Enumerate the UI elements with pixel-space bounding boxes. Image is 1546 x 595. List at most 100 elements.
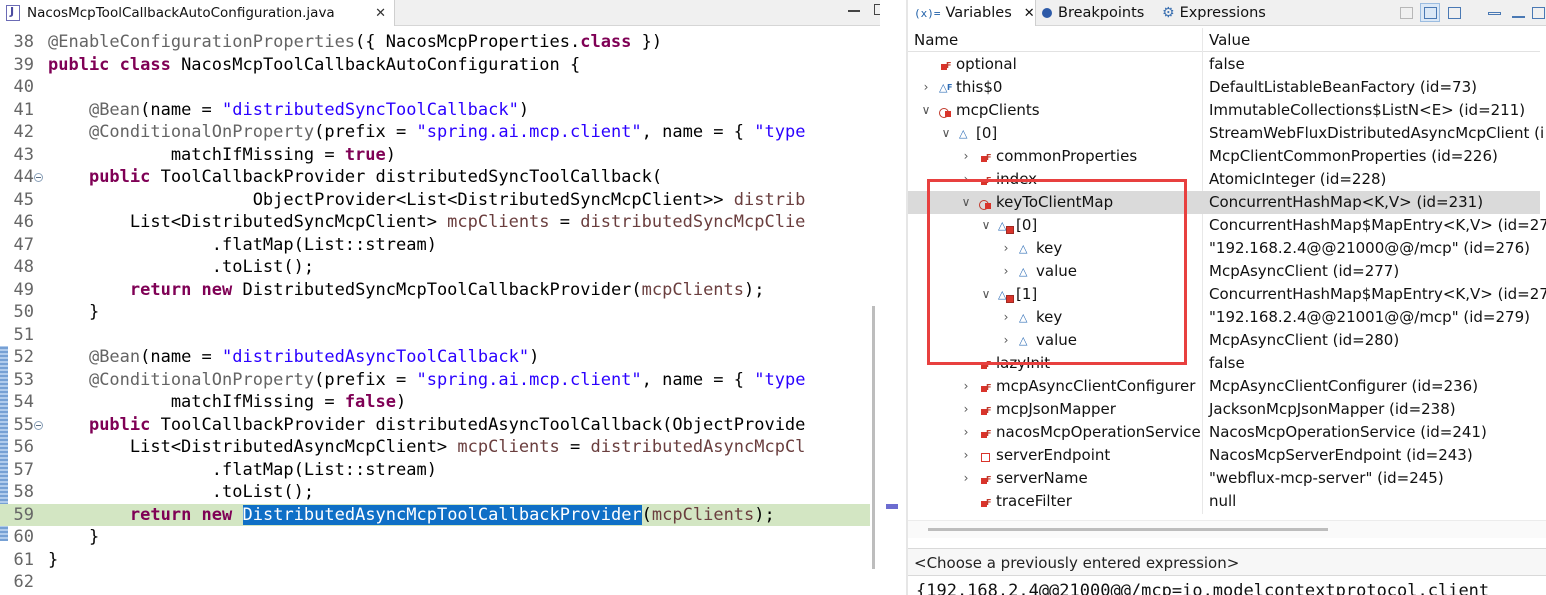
variable-row[interactable]: › nacosMcpOperationService NacosMcpOperati… <box>908 421 1540 445</box>
variable-row[interactable]: › value McpAsyncClient (id=280) <box>908 329 1540 352</box>
variable-name: mcpClients <box>956 101 1040 119</box>
expand-chevron-icon[interactable]: › <box>960 444 972 467</box>
code-line[interactable]: 60 } <box>0 526 870 549</box>
variable-row[interactable]: › value McpAsyncClient (id=277) <box>908 260 1540 283</box>
code-line[interactable]: 54 matchIfMissing = false) <box>0 391 870 414</box>
minimize-icon[interactable] <box>848 10 860 12</box>
expand-chevron-icon[interactable]: › <box>920 76 932 99</box>
code-line[interactable]: 46 List<DistributedSyncMcpClient> mcpCli… <box>0 211 870 234</box>
collapse-chevron-icon[interactable]: ∨ <box>920 99 932 122</box>
show-type-names-icon[interactable] <box>1396 3 1416 22</box>
view-menu-icon[interactable] <box>1484 3 1504 22</box>
expand-chevron-icon[interactable]: › <box>960 467 972 490</box>
code-line[interactable]: 58 .toList(); <box>0 481 870 504</box>
code-area[interactable]: 38 @EnableConfigurationProperties({ Nacos… <box>0 31 870 594</box>
code-line[interactable]: 47 .flatMap(List::stream) <box>0 234 870 257</box>
variable-detail-pane[interactable]: {192.168.2.4@@21000@@/mcp=io.modelcontex… <box>908 577 1546 595</box>
expand-chevron-icon[interactable]: › <box>1000 260 1012 283</box>
code-line[interactable]: 62 <box>0 571 870 594</box>
column-header-name[interactable]: Name <box>914 31 958 49</box>
column-header-value[interactable]: Value <box>1209 31 1250 49</box>
current-line[interactable]: 59 return new DistributedAsyncMcpToolCal… <box>0 503 870 526</box>
variable-row[interactable]: › mcpAsyncClientConfigurer McpAsyncClientC… <box>908 375 1540 399</box>
line-number: 43 <box>13 144 34 165</box>
code-line[interactable]: 50 } <box>0 301 870 324</box>
code-line[interactable]: 38 @EnableConfigurationProperties({ Nacos… <box>0 31 870 54</box>
code-token: = <box>549 212 581 232</box>
fold-toggle-icon[interactable] <box>34 420 43 430</box>
code-line[interactable]: 52 @Bean(name = "distributedAsyncToolCal… <box>0 346 870 369</box>
expand-chevron-icon[interactable]: › <box>1000 237 1012 260</box>
variable-row[interactable]: ∨ keyToClientMap ConcurrentHashMap<K,V> (i… <box>908 191 1540 214</box>
collapse-all-icon[interactable] <box>1444 3 1464 22</box>
code-line[interactable]: 61} <box>0 549 870 572</box>
variable-row[interactable]: ∨ [0] StreamWebFluxDistributedAsyncMcpClie… <box>908 122 1545 145</box>
code-line[interactable]: 42 @ConditionalOnProperty(prefix = "spri… <box>0 121 870 144</box>
overview-ruler-marker[interactable] <box>886 504 898 509</box>
expand-chevron-icon[interactable]: › <box>960 375 972 398</box>
variable-row[interactable]: › serverName "webflux-mcp-server" (id=245) <box>908 467 1540 491</box>
line-number: 52 <box>13 347 34 367</box>
expand-chevron-icon[interactable]: › <box>960 168 972 191</box>
variable-row[interactable]: ∨ [0] ConcurrentHashMap$MapEntry<K,V> (id=… <box>908 214 1546 237</box>
variable-row[interactable]: optional false <box>908 53 1540 77</box>
close-tab-icon[interactable]: ✕ <box>1024 6 1035 21</box>
fold-toggle-icon[interactable] <box>34 173 43 182</box>
variable-row[interactable]: › mcpJsonMapper JacksonMcpJsonMapper (id=2… <box>908 398 1540 422</box>
minimize-icon[interactable] <box>1508 3 1528 22</box>
editor-vertical-scrollbar[interactable] <box>872 306 875 569</box>
variable-row[interactable]: › this$0 DefaultListableBeanFactory (id=73… <box>908 76 1540 99</box>
variable-row[interactable]: › key "192.168.2.4@@21001@@/mcp" (id=279) <box>908 306 1540 329</box>
tab-expressions[interactable]: ⚙ Expressions <box>1162 0 1266 26</box>
collapse-chevron-icon[interactable]: ∨ <box>940 122 952 145</box>
variable-row[interactable]: › index AtomicInteger (id=228) <box>908 168 1540 192</box>
editor-tab[interactable]: NacosMcpToolCallbackAutoConfiguration.ja… <box>0 0 395 26</box>
entry-variable-icon <box>998 283 1014 306</box>
variables-tree[interactable]: optional false › this$0 DefaultListableBeanF… <box>908 53 1546 514</box>
maximize-icon[interactable] <box>1528 3 1546 22</box>
variable-row[interactable]: ∨ mcpClients ImmutableCollections$ListN<E>… <box>908 99 1540 122</box>
code-text: @ConditionalOnProperty(prefix = "spring.… <box>48 121 805 144</box>
close-tab-icon[interactable]: ✕ <box>375 6 386 21</box>
expand-chevron-icon[interactable]: › <box>1000 329 1012 352</box>
code-line[interactable]: 57 .flatMap(List::stream) <box>0 459 870 482</box>
line-number: 51 <box>13 324 34 345</box>
variable-row[interactable]: lazyInit false <box>908 352 1540 376</box>
expand-chevron-icon[interactable]: › <box>960 421 972 444</box>
code-line[interactable]: 51 <box>0 324 870 347</box>
variable-row[interactable]: ∨ [1] ConcurrentHashMap$MapEntry<K,V> (id=… <box>908 283 1546 306</box>
variable-row[interactable]: traceFilter null <box>908 490 1540 514</box>
tab-variables-label: Variables <box>945 5 1012 21</box>
tab-breakpoints[interactable]: Breakpoints <box>1042 0 1144 26</box>
expression-history-combo[interactable]: <Choose a previously entered expression> <box>908 548 1546 576</box>
collapse-chevron-icon[interactable]: ∨ <box>960 191 972 214</box>
code-line[interactable]: 39 public class NacosMcpToolCallbackAutoC… <box>0 54 870 77</box>
expand-chevron-icon[interactable]: › <box>960 398 972 421</box>
collapse-chevron-icon[interactable]: ∨ <box>980 283 992 306</box>
maximize-icon[interactable] <box>874 4 880 15</box>
code-line[interactable]: 41 @Bean(name = "distributedSyncToolCall… <box>0 99 870 122</box>
show-logical-structure-icon[interactable] <box>1420 3 1440 22</box>
code-line[interactable]: 40 <box>0 76 870 99</box>
code-line[interactable]: 56 List<DistributedAsyncMcpClient> mcpCl… <box>0 436 870 459</box>
expand-chevron-icon[interactable]: › <box>1000 306 1012 329</box>
code-line[interactable]: 44 public ToolCallbackProvider distribut… <box>0 166 870 189</box>
code-line[interactable]: 45 ObjectProvider<List<DistributedSyncMc… <box>0 189 870 212</box>
tab-variables[interactable]: (x)= Variables ✕ <box>908 0 1036 26</box>
variable-row[interactable]: › serverEndpoint NacosMcpServerEndpoint (i… <box>908 444 1540 467</box>
collapse-chevron-icon[interactable]: ∨ <box>980 214 992 237</box>
code-line[interactable]: 55 public ToolCallbackProvider distribut… <box>0 414 870 437</box>
code-line[interactable]: 43 matchIfMissing = true) <box>0 144 870 167</box>
code-line[interactable]: 48 .toList(); <box>0 256 870 279</box>
code-token: (prefix = <box>314 369 417 390</box>
expand-chevron-icon[interactable]: › <box>960 145 972 168</box>
code-editor[interactable]: NacosMcpToolCallbackAutoConfiguration.ja… <box>0 0 880 595</box>
code-line[interactable]: 49 return new DistributedSyncMcpToolCall… <box>0 279 870 302</box>
variables-horizontal-scrollbar[interactable] <box>928 528 1328 531</box>
variable-row[interactable]: › commonProperties McpClientCommonProperti… <box>908 145 1540 169</box>
code-line[interactable]: 53 @ConditionalOnProperty(prefix = "spri… <box>0 369 870 392</box>
code-token: ( <box>641 504 652 525</box>
variable-row[interactable]: › key "192.168.2.4@@21000@@/mcp" (id=276) <box>908 237 1540 260</box>
